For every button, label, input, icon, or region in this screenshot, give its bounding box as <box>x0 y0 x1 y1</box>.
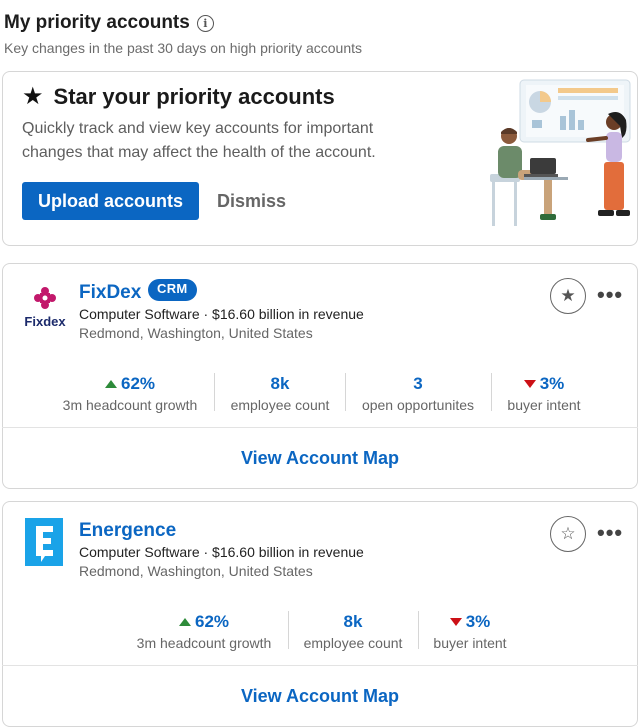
stat-divider <box>491 373 492 411</box>
stat-headcount-growth: 62% 3m headcount growth <box>50 374 210 413</box>
account-location: Redmond, Washington, United States <box>79 325 313 341</box>
stat-label: 3m headcount growth <box>62 397 198 413</box>
energence-logo <box>25 518 63 566</box>
view-account-map-link[interactable]: View Account Map <box>0 686 640 707</box>
star-filled-icon: ★ <box>560 286 576 305</box>
stat-value: 3% <box>465 612 491 631</box>
stat-value: 62% <box>194 612 230 631</box>
energence-logo-icon <box>25 518 63 566</box>
promo-title: Star your priority accounts <box>53 84 335 109</box>
star-outline-icon: ☆ <box>560 524 576 543</box>
section-subtitle: Key changes in the past 30 days on high … <box>4 40 362 56</box>
stat-buyer-intent: 3% buyer intent <box>422 612 518 651</box>
stat-employee-count: 8k employee count <box>218 374 342 413</box>
stat-label: open opportunites <box>361 397 475 413</box>
stat-value: 8k <box>270 374 290 393</box>
upload-accounts-button[interactable]: Upload accounts <box>22 182 199 220</box>
stat-value: 3 <box>413 374 423 393</box>
trend-up-icon <box>104 380 117 388</box>
stat-value: 62% <box>120 374 156 393</box>
star-toggle-button[interactable]: ★ <box>550 278 586 314</box>
stat-label: buyer intent <box>433 635 507 651</box>
account-meta: Computer Software · $16.60 billion in re… <box>79 306 364 322</box>
stat-divider <box>214 373 215 411</box>
trend-up-icon <box>178 618 191 626</box>
promo-illustration <box>490 79 631 226</box>
account-meta: Computer Software · $16.60 billion in re… <box>79 544 364 560</box>
star-filled-icon: ★ <box>22 83 44 110</box>
section-title-row: My priority accounts i <box>4 12 362 34</box>
fixdex-logo: Fixdex <box>20 286 70 330</box>
section-header: My priority accounts i Key changes in th… <box>4 12 362 56</box>
dismiss-button[interactable]: Dismiss <box>217 182 286 220</box>
fixdex-logo-icon: Fixdex <box>24 287 66 329</box>
stat-buyer-intent: 3% buyer intent <box>494 374 594 413</box>
stat-divider <box>418 611 419 649</box>
account-location: Redmond, Washington, United States <box>79 563 313 579</box>
info-icon[interactable]: i <box>196 14 214 32</box>
more-options-icon[interactable]: ••• <box>597 284 623 306</box>
fixdex-logo-text: Fixdex <box>24 314 66 329</box>
promo-title-row: ★ Star your priority accounts <box>22 84 335 110</box>
stat-label: buyer intent <box>507 397 581 413</box>
trend-down-icon <box>449 618 462 626</box>
card-divider <box>2 427 638 428</box>
account-name-link[interactable]: Energence <box>79 520 176 542</box>
crm-badge: CRM <box>148 279 197 301</box>
more-options-icon[interactable]: ••• <box>597 522 623 544</box>
stat-headcount-growth: 62% 3m headcount growth <box>124 612 284 651</box>
stat-open-opportunities: 3 open opportunites <box>348 374 488 413</box>
stat-value: 3% <box>539 374 565 393</box>
trend-down-icon <box>523 380 536 388</box>
star-toggle-button[interactable]: ☆ <box>550 516 586 552</box>
card-divider <box>2 665 638 666</box>
stat-label: 3m headcount growth <box>136 635 272 651</box>
section-title: My priority accounts <box>4 12 190 33</box>
stat-label: employee count <box>303 635 403 651</box>
stat-employee-count: 8k employee count <box>292 612 414 651</box>
stat-label: employee count <box>230 397 330 413</box>
view-account-map-link[interactable]: View Account Map <box>0 448 640 469</box>
stat-value: 8k <box>343 612 363 631</box>
stat-divider <box>288 611 289 649</box>
stat-divider <box>345 373 346 411</box>
account-name-link[interactable]: FixDex <box>79 282 141 304</box>
promo-description: Quickly track and view key accounts for … <box>22 120 376 161</box>
